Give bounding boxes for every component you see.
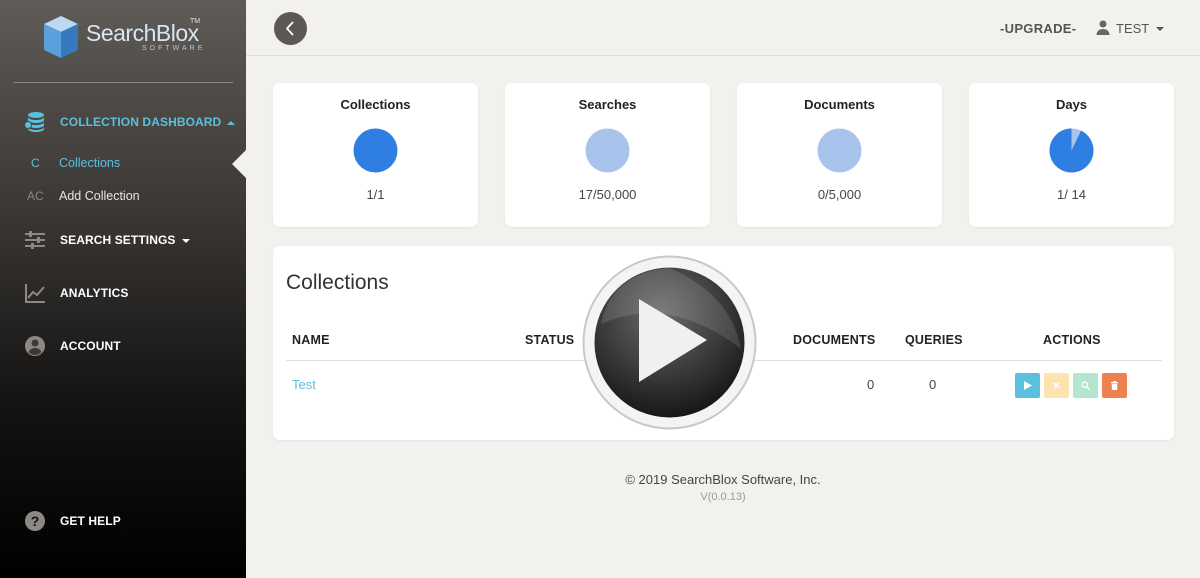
svg-text:?: ?	[31, 513, 40, 529]
column-header-status[interactable]: STATUS	[525, 333, 574, 347]
stat-card-value: 17/50,000	[578, 187, 637, 202]
stat-card-title: Documents	[804, 97, 875, 112]
close-icon	[1053, 382, 1060, 389]
stat-card-days: Days 1/ 14	[969, 83, 1174, 227]
sliders-icon	[25, 231, 45, 249]
search-icon	[1081, 381, 1090, 390]
logo-text: SearchBlox	[86, 20, 199, 46]
help-circle-icon: ?	[25, 511, 45, 531]
sidebar-subitem-abbr: C	[31, 156, 40, 170]
searchblox-logo[interactable]: SearchBlox TM SOFTWARE	[44, 14, 214, 64]
logo-subtitle: SOFTWARE	[142, 45, 206, 52]
sidebar-item-analytics[interactable]: ANALYTICS	[0, 278, 246, 308]
sidebar-item-label: SEARCH SETTINGS	[60, 233, 190, 247]
cube-logo-icon	[44, 16, 78, 58]
stat-card-title: Searches	[578, 97, 637, 112]
start-indexing-button[interactable]	[1015, 373, 1040, 398]
upgrade-link[interactable]: -UPGRADE-	[1000, 21, 1076, 36]
sidebar-item-label: ANALYTICS	[60, 286, 129, 300]
chart-line-icon	[25, 284, 45, 303]
pie-chart	[585, 128, 630, 173]
sidebar-item-label: COLLECTION DASHBOARD	[60, 115, 236, 129]
pie-chart	[353, 128, 398, 173]
collection-documents-count: 0	[867, 377, 875, 392]
collection-name-link[interactable]: Test	[292, 377, 316, 392]
footer-copyright: © 2019 SearchBlox Software, Inc.	[625, 472, 821, 487]
caret-up-icon	[227, 120, 236, 125]
collection-queries-count: 0	[929, 377, 937, 392]
column-header-actions: ACTIONS	[1043, 333, 1101, 347]
sidebar-item-search-settings[interactable]: SEARCH SETTINGS	[0, 225, 246, 255]
play-icon	[1024, 381, 1032, 390]
stat-card-value: 1/1	[366, 187, 385, 202]
pie-slice-base	[353, 128, 398, 173]
logo-trademark: TM	[190, 18, 201, 25]
stop-indexing-button[interactable]	[1044, 373, 1069, 398]
panel-title: Collections	[286, 271, 389, 294]
user-name: TEST	[1116, 21, 1150, 36]
sidebar-subitem-add-collection[interactable]: AC Add Collection	[0, 185, 230, 207]
chevron-left-icon	[285, 21, 294, 36]
stat-card-value: 1/ 14	[1057, 187, 1086, 202]
column-header-documents[interactable]: DOCUMENTS	[793, 333, 875, 347]
stat-card-documents: Documents 0/5,000	[737, 83, 942, 227]
pie-slice-base	[585, 128, 630, 173]
stat-card-title: Collections	[340, 97, 411, 112]
sidebar-item-label: GET HELP	[60, 514, 121, 528]
top-bar: -UPGRADE- TEST	[246, 0, 1200, 56]
pie-slice-remaining	[1049, 128, 1094, 173]
sidebar-subitem-collections[interactable]: C Collections	[0, 152, 230, 174]
database-icon	[24, 112, 44, 132]
video-play-button[interactable]	[581, 254, 758, 431]
column-header-name[interactable]: NAME	[292, 333, 330, 347]
sidebar: SearchBlox TM SOFTWARE COLLECTION DASHBO…	[0, 0, 246, 578]
sidebar-item-label: ACCOUNT	[60, 339, 121, 353]
stat-card-collections: Collections 1/1	[273, 83, 478, 227]
user-icon	[1096, 20, 1110, 35]
column-header-queries[interactable]: QUERIES	[905, 333, 963, 347]
delete-collection-button[interactable]	[1102, 373, 1127, 398]
stat-card-value: 0/5,000	[817, 187, 862, 202]
pie-chart	[1049, 128, 1094, 173]
pie-chart	[817, 128, 862, 173]
sidebar-subitem-abbr: AC	[27, 189, 44, 203]
stat-card-searches: Searches 17/50,000	[505, 83, 710, 227]
sidebar-item-get-help[interactable]: ? GET HELP	[0, 506, 246, 536]
sidebar-item-collection-dashboard[interactable]: COLLECTION DASHBOARD	[0, 107, 246, 137]
search-collection-button[interactable]	[1073, 373, 1098, 398]
chevron-down-icon	[1156, 27, 1164, 31]
sidebar-item-account[interactable]: ACCOUNT	[0, 331, 246, 361]
sidebar-divider	[14, 82, 233, 83]
back-button[interactable]	[274, 12, 307, 45]
sidebar-subitem-label: Add Collection	[59, 189, 140, 203]
active-indicator	[232, 150, 246, 178]
stat-card-title: Days	[1055, 97, 1088, 112]
footer-version: V(0.0.13)	[700, 491, 746, 503]
trash-icon	[1111, 381, 1118, 390]
sidebar-subitem-label: Collections	[59, 156, 121, 170]
caret-down-icon	[181, 238, 190, 243]
user-circle-icon	[25, 336, 45, 356]
pie-slice-base	[817, 128, 862, 173]
